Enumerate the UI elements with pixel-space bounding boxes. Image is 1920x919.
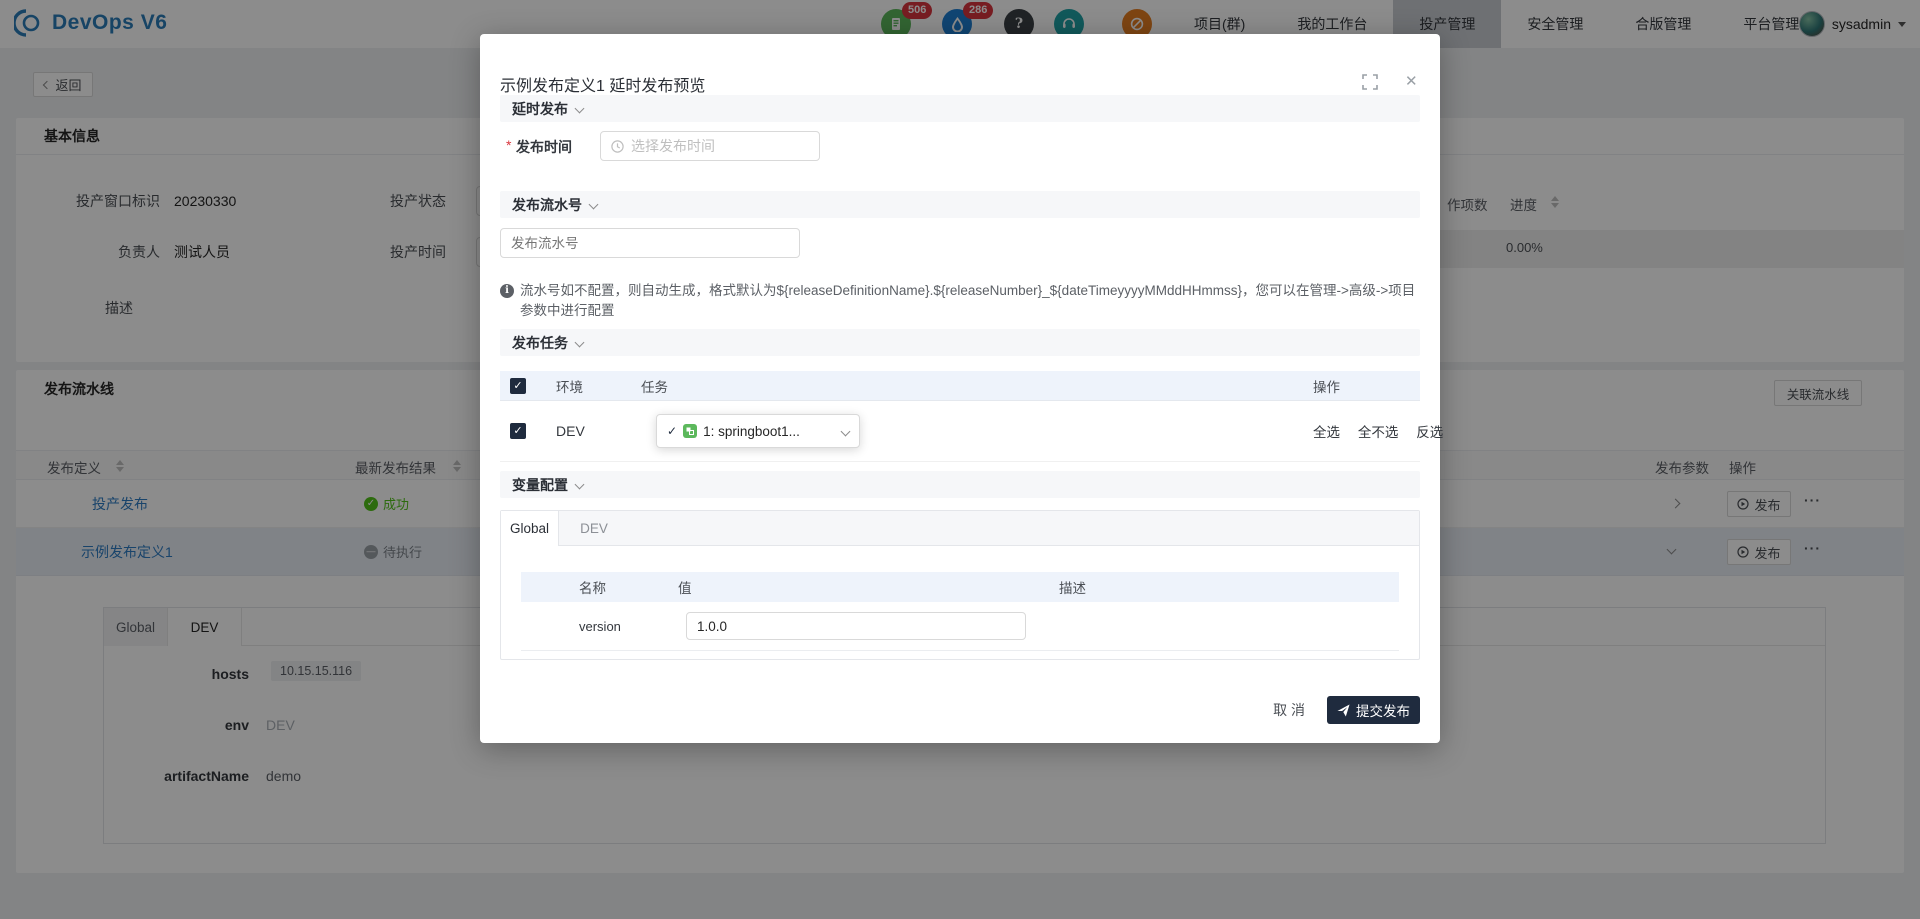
section-vars-title: 变量配置 — [512, 475, 568, 495]
release-time-picker[interactable]: 选择发布时间 — [600, 131, 820, 161]
chevron-down-icon — [589, 200, 599, 210]
section-delay-title: 延时发布 — [512, 99, 568, 119]
modal-footer: 取 消 提交发布 — [1273, 696, 1420, 724]
task-select-value: 1: springboot1... — [703, 424, 800, 439]
col-env: 环境 — [536, 376, 641, 396]
tab-dev-label: DEV — [580, 521, 608, 536]
task-select[interactable]: ✓ 1: springboot1... — [656, 414, 860, 448]
tasks-table-header: ✓ 环境 任务 操作 — [500, 371, 1420, 401]
task-row: ✓ DEV ✓ 1: springboot1... 全选 全不选 反选 — [500, 401, 1420, 462]
section-serial-header[interactable]: 发布流水号 — [500, 191, 1420, 218]
chevron-down-icon — [575, 104, 585, 114]
select-all-checkbox[interactable]: ✓ — [510, 378, 526, 394]
tab-global-label: Global — [510, 521, 549, 536]
tab-dev[interactable]: DEV — [559, 511, 629, 545]
serial-info-text: 流水号如不配置，则自动生成，格式默认为${releaseDefinitionNa… — [520, 283, 1415, 318]
select-all-link[interactable]: 全选 — [1313, 425, 1340, 440]
submit-release-label: 提交发布 — [1356, 700, 1410, 720]
col-value: 值 — [661, 577, 1051, 597]
var-name: version — [521, 619, 661, 634]
delayed-release-modal: 示例发布定义1 延时发布预览 ✕ 延时发布 * 发布时间 选择发布时间 发布流水… — [480, 34, 1440, 743]
col-ops: 操作 — [1293, 376, 1420, 396]
section-tasks-title: 发布任务 — [512, 333, 568, 353]
section-tasks-header[interactable]: 发布任务 — [500, 329, 1420, 356]
col-desc: 描述 — [1051, 577, 1399, 597]
col-task: 任务 — [641, 376, 1293, 396]
send-icon — [1337, 704, 1350, 717]
task-env: DEV — [536, 423, 641, 439]
submit-release-button[interactable]: 提交发布 — [1327, 696, 1420, 724]
selected-check-icon: ✓ — [667, 424, 677, 438]
modal-title: 示例发布定义1 延时发布预览 — [500, 72, 705, 96]
serial-number-input[interactable] — [500, 228, 800, 258]
var-value-input[interactable] — [686, 612, 1026, 640]
vars-panel: Global DEV 名称 值 描述 version — [500, 510, 1420, 660]
info-icon: i — [500, 284, 514, 298]
tasks-table: ✓ 环境 任务 操作 ✓ DEV ✓ 1: springboot1... — [500, 371, 1420, 462]
release-time-placeholder: 选择发布时间 — [631, 136, 715, 156]
select-invert-link[interactable]: 反选 — [1416, 425, 1443, 440]
fullscreen-icon[interactable] — [1362, 74, 1378, 90]
chevron-down-icon — [575, 338, 585, 348]
release-time-row: * 发布时间 选择发布时间 — [480, 131, 1440, 161]
vars-table-header: 名称 值 描述 — [521, 572, 1399, 602]
section-delay-header[interactable]: 延时发布 — [500, 95, 1420, 122]
var-row: version — [521, 602, 1399, 651]
release-time-label: 发布时间 — [516, 137, 572, 157]
vars-table: 名称 值 描述 version — [521, 572, 1399, 651]
cancel-button[interactable]: 取 消 — [1273, 700, 1305, 720]
required-asterisk: * — [506, 137, 511, 153]
section-vars-header[interactable]: 变量配置 — [500, 471, 1420, 498]
select-none-link[interactable]: 全不选 — [1358, 425, 1399, 440]
pipeline-task-icon — [683, 424, 697, 438]
section-serial-title: 发布流水号 — [512, 195, 582, 215]
col-name: 名称 — [521, 577, 661, 597]
row-checkbox[interactable]: ✓ — [510, 423, 526, 439]
vars-tabs: Global DEV — [501, 511, 1419, 546]
app-root: DevOps V6 506 286 ? 项目(群) 我的工作台 投产管理 安全管… — [0, 0, 1920, 919]
close-icon[interactable]: ✕ — [1405, 72, 1418, 90]
tab-global[interactable]: Global — [501, 511, 559, 546]
serial-info-note: i 流水号如不配置，则自动生成，格式默认为${releaseDefinition… — [520, 281, 1420, 321]
chevron-down-icon — [575, 480, 585, 490]
clock-icon — [611, 140, 624, 153]
chevron-down-icon — [841, 426, 851, 436]
